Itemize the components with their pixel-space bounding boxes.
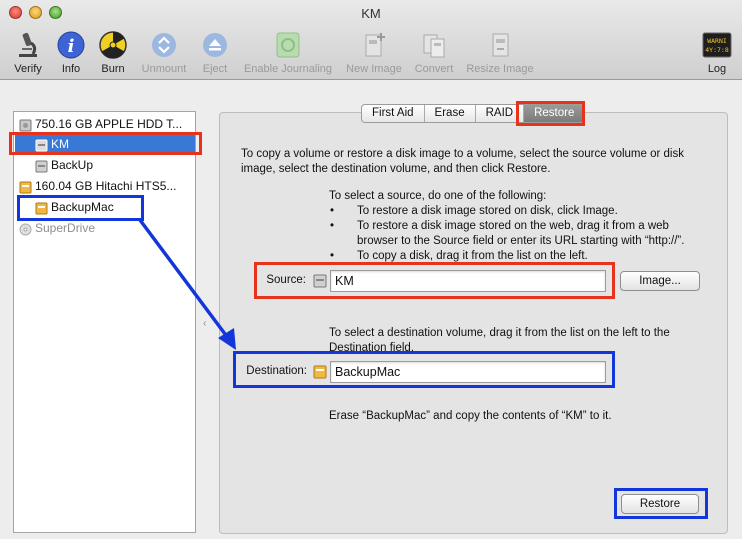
annotation-blue-box-destination-volume [17,195,144,221]
convert-icon [423,34,445,58]
verify-button[interactable]: Verify [10,30,46,75]
new-image-icon [365,33,385,57]
unmount-icon [152,33,176,57]
enable-journaling-button[interactable]: Enable Journaling [240,30,336,75]
external-disk-icon [19,181,32,194]
restore-summary-text: Erase “BackupMac” and copy the contents … [329,410,612,422]
resize-image-button[interactable]: Resize Image [464,30,536,75]
internal-disk-icon [19,119,32,132]
annotation-blue-box-destination-field [233,351,615,388]
new-image-button[interactable]: New Image [343,30,405,75]
optical-drive-icon [19,223,32,236]
sidebar-item-hitachi[interactable]: 160.04 GB Hitachi HTS5... [19,177,195,196]
tab-first-aid[interactable]: First Aid [362,105,425,122]
window-title: KM [361,6,381,21]
annotation-red-box-source-volume [9,132,202,155]
svg-text:4Y:7:8: 4Y:7:8 [705,46,729,54]
annotation-red-box-restore-tab [516,101,585,126]
burn-button[interactable]: Burn [97,30,129,75]
disk-sidebar[interactable]: 750.16 GB APPLE HDD T... KM BackUp 160.0… [13,111,196,533]
restore-intro-text: To copy a volume or restore a disk image… [241,148,684,175]
convert-button[interactable]: Convert [412,30,456,75]
sidebar-item-backup[interactable]: BackUp [35,156,195,175]
splitter-handle[interactable]: ‹ [203,318,206,329]
svg-text:i: i [68,36,75,57]
annotation-blue-box-restore-button [614,488,708,519]
info-button[interactable]: i Info [55,30,87,75]
eject-icon [203,33,227,57]
microscope-icon [19,32,37,57]
unmount-button[interactable]: Unmount [139,30,189,75]
burn-icon [99,31,127,59]
resize-image-icon [492,33,509,57]
info-icon: i [57,31,85,59]
log-button[interactable]: WARNI 4Y:7:8 Log [700,30,734,75]
annotation-red-box-source-field [254,262,615,299]
tab-erase[interactable]: Erase [425,105,476,122]
eject-button[interactable]: Eject [200,30,230,75]
volume-icon [35,160,48,173]
sidebar-item-superdrive[interactable]: SuperDrive [19,219,195,238]
source-help: To select a source, do one of the follow… [329,189,709,264]
journaling-icon [276,32,300,58]
source-help-title: To select a source, do one of the follow… [329,190,547,202]
svg-text:WARNI: WARNI [707,37,727,45]
source-help-bullet: To restore a disk image stored on disk, … [329,204,709,219]
image-button[interactable]: Image... [620,271,700,291]
source-help-bullet: To restore a disk image stored on the we… [329,219,709,249]
log-icon: WARNI 4Y:7:8 [702,32,732,58]
window-titlebar: KM Verify i Info Burn Unmount Eject Enab… [0,0,742,80]
